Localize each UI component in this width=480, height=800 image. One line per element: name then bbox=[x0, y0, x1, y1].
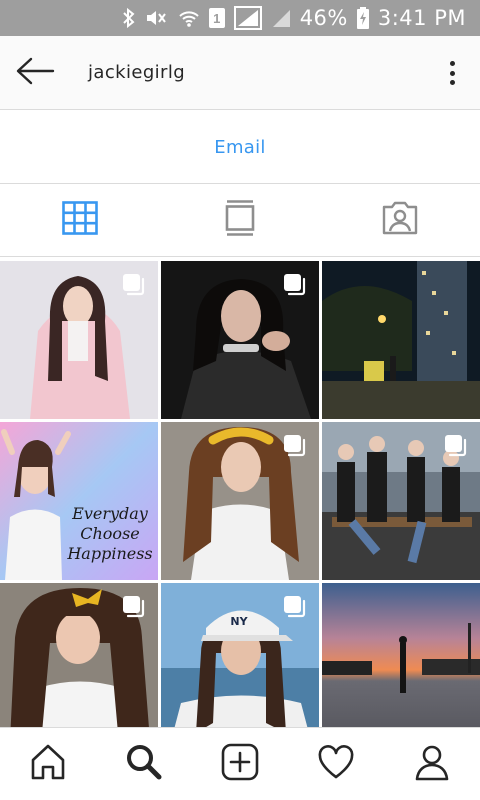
multiple-posts-icon bbox=[283, 595, 307, 619]
feed-list-icon bbox=[225, 200, 255, 241]
tab-tagged[interactable] bbox=[320, 185, 480, 256]
post-photo bbox=[322, 261, 480, 419]
multiple-posts-icon bbox=[122, 595, 146, 619]
post-thumbnail[interactable]: NY bbox=[161, 583, 319, 727]
profile-view-tabs bbox=[0, 185, 480, 257]
more-dot bbox=[449, 80, 455, 85]
bluetooth-icon bbox=[122, 7, 136, 29]
bottom-navigation bbox=[0, 727, 480, 800]
post-grid: Everyday Choose Happiness NY bbox=[0, 261, 480, 727]
post-thumbnail[interactable] bbox=[161, 261, 319, 419]
post-thumbnail[interactable]: Everyday Choose Happiness bbox=[0, 422, 158, 580]
contact-row: Email bbox=[0, 111, 480, 184]
wifi-icon bbox=[178, 7, 200, 29]
clock: 3:41 PM bbox=[377, 6, 466, 30]
multiple-posts-icon bbox=[283, 273, 307, 297]
battery-charging-icon bbox=[356, 7, 369, 29]
profile-icon bbox=[413, 743, 451, 786]
post-overlay-text: Everyday Choose Happiness bbox=[62, 504, 158, 564]
tab-feed[interactable] bbox=[160, 185, 320, 256]
post-thumbnail[interactable] bbox=[0, 261, 158, 419]
multiple-posts-icon bbox=[122, 273, 146, 297]
overlay-line: Everyday bbox=[72, 504, 148, 523]
multiple-posts-icon bbox=[283, 434, 307, 458]
nav-activity[interactable] bbox=[288, 728, 384, 800]
home-icon bbox=[29, 743, 67, 786]
mute-icon bbox=[145, 7, 169, 29]
overlay-line: Happiness bbox=[67, 544, 153, 563]
grid-icon bbox=[62, 201, 98, 240]
post-thumbnail[interactable] bbox=[0, 583, 158, 727]
back-button[interactable] bbox=[14, 56, 56, 90]
post-thumbnail[interactable] bbox=[161, 422, 319, 580]
add-post-icon bbox=[221, 743, 259, 786]
more-dot bbox=[449, 70, 455, 76]
post-thumbnail[interactable] bbox=[322, 583, 480, 727]
nav-home[interactable] bbox=[0, 728, 96, 800]
search-icon bbox=[125, 743, 163, 786]
tagged-person-icon bbox=[382, 201, 418, 240]
post-thumbnail[interactable] bbox=[322, 422, 480, 580]
svg-text:NY: NY bbox=[230, 615, 248, 628]
arrow-left-icon bbox=[15, 57, 55, 90]
nav-search[interactable] bbox=[96, 728, 192, 800]
signal-strength-icon bbox=[271, 8, 291, 28]
signal-box-icon bbox=[233, 6, 262, 30]
more-options-button[interactable] bbox=[440, 58, 464, 88]
nav-new-post[interactable] bbox=[192, 728, 288, 800]
post-thumbnail[interactable] bbox=[322, 261, 480, 419]
sim-indicator: 1 bbox=[208, 8, 225, 28]
profile-header: jackiegirlg bbox=[0, 36, 480, 110]
overlay-line: Choose bbox=[80, 524, 140, 543]
more-vertical-icon bbox=[449, 61, 455, 66]
nav-profile[interactable] bbox=[384, 728, 480, 800]
profile-username: jackiegirlg bbox=[88, 62, 186, 83]
heart-icon bbox=[317, 744, 355, 785]
battery-percent: 46% bbox=[299, 6, 348, 30]
multiple-posts-icon bbox=[444, 434, 468, 458]
status-bar: 1 46% 3:41 PM bbox=[0, 0, 480, 36]
tab-grid[interactable] bbox=[0, 185, 160, 256]
email-button[interactable]: Email bbox=[214, 137, 265, 158]
post-photo bbox=[322, 583, 480, 727]
